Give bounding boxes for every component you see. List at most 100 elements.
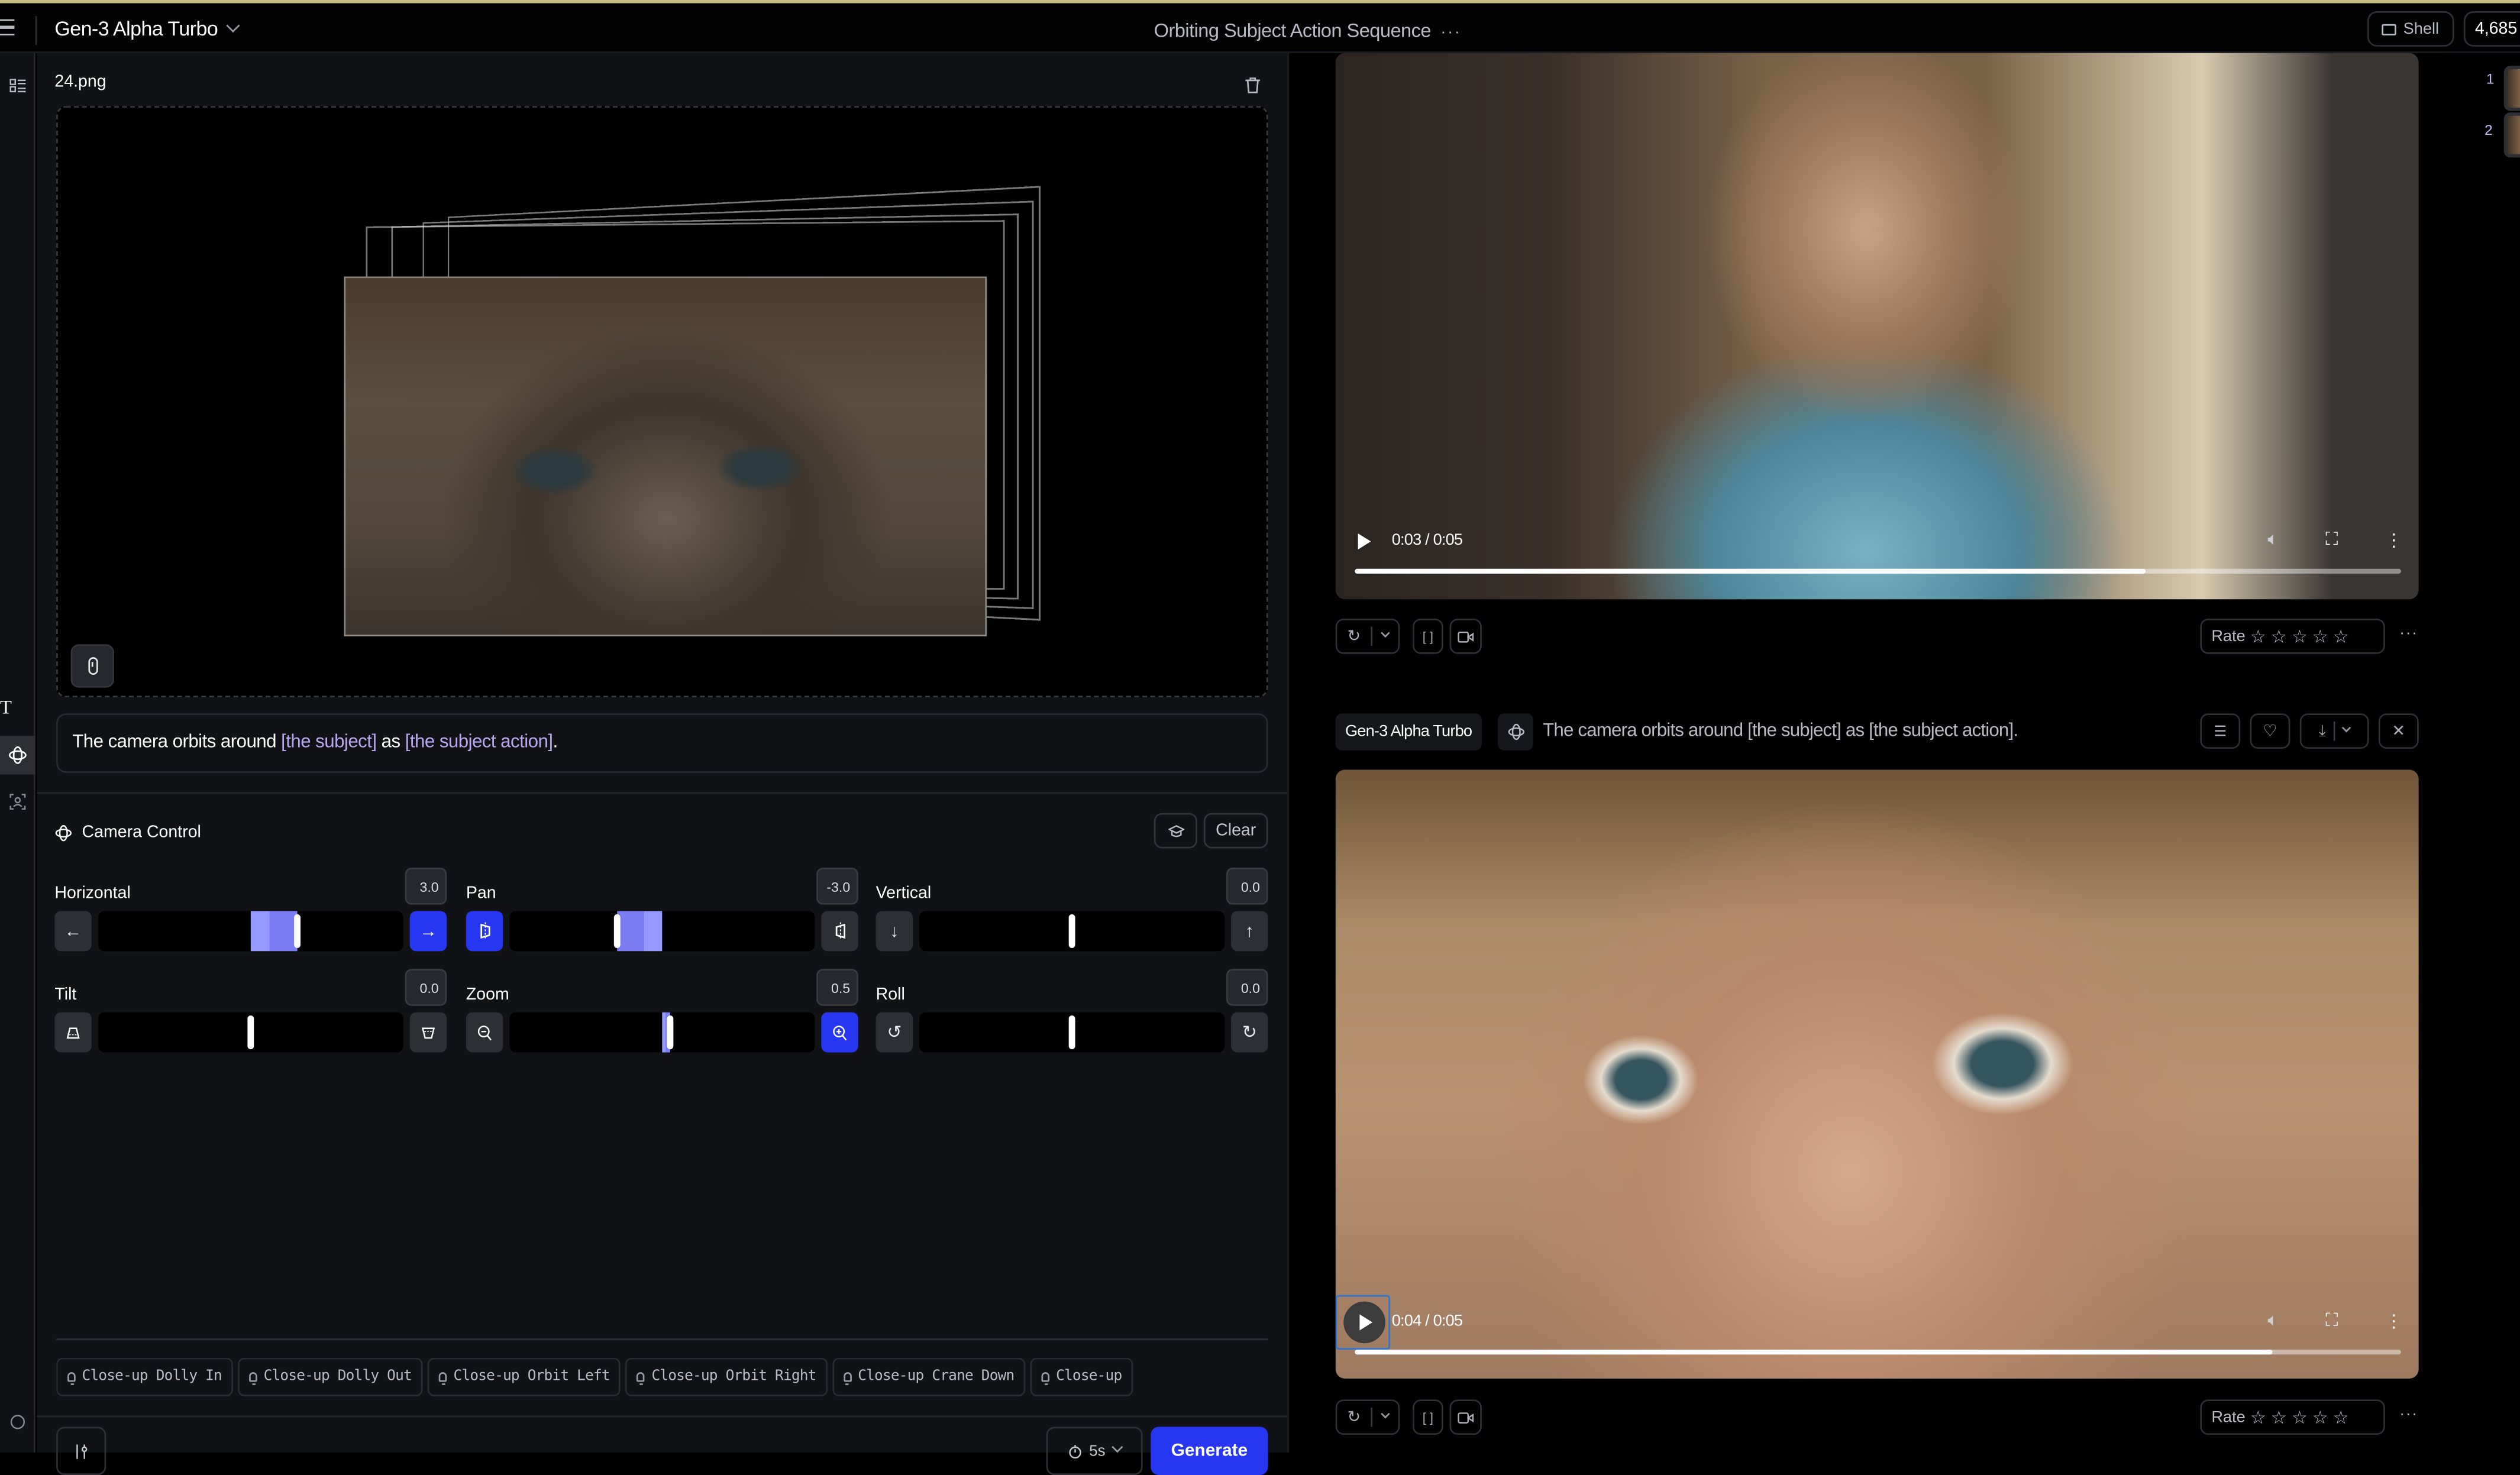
fullscreen-icon[interactable]: ⛶ bbox=[2325, 1311, 2338, 1332]
video-more-icon[interactable]: ⋮ bbox=[2385, 531, 2403, 551]
zoom-slider[interactable] bbox=[509, 1012, 815, 1053]
assets-list-icon[interactable] bbox=[0, 69, 35, 101]
preset-chip[interactable]: Close-up Crane Down bbox=[832, 1357, 1026, 1396]
input-image-dropzone[interactable] bbox=[56, 106, 1268, 698]
tilt-down-button[interactable] bbox=[409, 1012, 447, 1053]
volume-icon[interactable]: 🔈︎ bbox=[2267, 531, 2278, 551]
star-icon[interactable]: ☆ bbox=[2312, 626, 2328, 647]
output-video-2[interactable]: 0:04 / 0:05 🔈︎ ⛶ ⋮ bbox=[1335, 769, 2419, 1379]
roll-right-button[interactable]: ↻ bbox=[1231, 1012, 1268, 1053]
mouse-controls-button[interactable] bbox=[70, 644, 114, 688]
slider-thumb[interactable] bbox=[613, 914, 620, 948]
video-progress-bar[interactable] bbox=[1355, 568, 2401, 574]
vertical-slider[interactable] bbox=[919, 911, 1225, 952]
rating-control[interactable]: Rate ☆ ☆ ☆ ☆ ☆ bbox=[2200, 618, 2385, 654]
extend-button[interactable]: [ ] bbox=[1413, 618, 1443, 654]
pan-left-button[interactable] bbox=[466, 911, 503, 952]
control-value-input[interactable]: 0.0 bbox=[405, 969, 447, 1006]
fullscreen-icon[interactable]: ⛶ bbox=[2325, 531, 2338, 551]
extend-button[interactable]: [ ] bbox=[1413, 1399, 1443, 1435]
delete-icon[interactable] bbox=[1245, 72, 1260, 93]
more-options-icon[interactable]: ··· bbox=[1440, 24, 1461, 42]
vertical-up-button[interactable]: ↑ bbox=[1231, 911, 1268, 952]
star-icon[interactable]: ☆ bbox=[2312, 1407, 2328, 1428]
pan-right-button[interactable] bbox=[821, 911, 858, 952]
face-scan-icon[interactable] bbox=[0, 786, 35, 818]
slider-thumb[interactable] bbox=[1068, 914, 1075, 948]
prompt-placeholder-action[interactable]: [the subject action] bbox=[405, 733, 553, 752]
zoom-out-button[interactable] bbox=[466, 1012, 503, 1053]
control-value-input[interactable]: 3.0 bbox=[405, 868, 447, 905]
horizontal-slider[interactable] bbox=[98, 911, 403, 952]
settings-button[interactable] bbox=[56, 1427, 106, 1475]
video-progress-bar[interactable] bbox=[1355, 1350, 2401, 1355]
download-button[interactable]: ⤓ bbox=[2299, 713, 2369, 749]
control-value-input[interactable]: -3.0 bbox=[816, 868, 858, 905]
roll-slider[interactable] bbox=[919, 1012, 1225, 1053]
preset-chip[interactable]: Close-up bbox=[1030, 1357, 1133, 1396]
more-options-icon[interactable]: ··· bbox=[2399, 1406, 2418, 1424]
zoom-in-button[interactable] bbox=[821, 1012, 858, 1053]
star-icon[interactable]: ☆ bbox=[2333, 1407, 2349, 1428]
close-button[interactable]: ✕ bbox=[2378, 713, 2419, 749]
regenerate-button[interactable]: ↻ bbox=[1335, 1399, 1400, 1435]
video-to-video-button[interactable] bbox=[1449, 618, 1482, 654]
generate-button[interactable]: Generate bbox=[1151, 1427, 1268, 1475]
horizontal-left-button[interactable]: ← bbox=[54, 911, 92, 952]
control-value-input[interactable]: 0.5 bbox=[816, 969, 858, 1006]
details-button[interactable]: ☰ bbox=[2200, 713, 2241, 749]
credits-badge[interactable]: 4,685 bbox=[2463, 11, 2520, 47]
output-prompt[interactable]: The camera orbits around [the subject] a… bbox=[1543, 722, 2018, 741]
text-tool-icon[interactable]: T bbox=[0, 691, 35, 723]
hamburger-menu-icon[interactable] bbox=[0, 19, 16, 39]
clear-button[interactable]: Clear bbox=[1203, 813, 1268, 849]
duration-select[interactable]: 5s bbox=[1046, 1427, 1143, 1475]
slider-thumb[interactable] bbox=[247, 1015, 254, 1050]
output-thumbnail[interactable] bbox=[2503, 112, 2520, 158]
project-title[interactable]: Orbiting Subject Action Sequence ··· bbox=[1154, 20, 1462, 42]
preset-chip[interactable]: Close-up Dolly Out bbox=[238, 1357, 423, 1396]
volume-icon[interactable]: 🔈︎ bbox=[2267, 1311, 2278, 1332]
star-icon[interactable]: ☆ bbox=[2250, 626, 2266, 647]
slider-thumb[interactable] bbox=[293, 914, 300, 948]
preset-chip[interactable]: Close-up Orbit Left bbox=[428, 1357, 621, 1396]
slider-thumb[interactable] bbox=[1068, 1015, 1075, 1050]
shell-folder-button[interactable]: Shell bbox=[2367, 11, 2454, 47]
output-thumbnail[interactable] bbox=[2503, 66, 2520, 111]
favorite-button[interactable]: ♡ bbox=[2250, 713, 2290, 749]
tilt-up-button[interactable] bbox=[54, 1012, 92, 1053]
star-icon[interactable]: ☆ bbox=[2271, 1407, 2287, 1428]
model-selector[interactable]: Gen-3 Alpha Turbo bbox=[54, 18, 240, 40]
panel-resize-handle[interactable] bbox=[1287, 53, 1289, 1453]
prompt-placeholder-subject[interactable]: [the subject] bbox=[281, 733, 377, 752]
play-button[interactable] bbox=[1343, 1301, 1385, 1344]
vertical-down-button[interactable]: ↓ bbox=[875, 911, 913, 952]
slider-thumb[interactable] bbox=[666, 1015, 673, 1050]
star-icon[interactable]: ☆ bbox=[2271, 626, 2287, 647]
tutorial-button[interactable] bbox=[1154, 813, 1198, 849]
preset-chip[interactable]: Close-up Dolly In bbox=[56, 1357, 233, 1396]
star-icon[interactable]: ☆ bbox=[2292, 626, 2308, 647]
preset-chip[interactable]: Close-up Orbit Right bbox=[625, 1357, 828, 1396]
video-time: 0:04 / 0:05 bbox=[1391, 1312, 1463, 1331]
control-value-input[interactable]: 0.0 bbox=[1226, 969, 1268, 1006]
roll-left-button[interactable]: ↺ bbox=[875, 1012, 913, 1053]
star-icon[interactable]: ☆ bbox=[2250, 1407, 2266, 1428]
camera-control-tool-icon[interactable] bbox=[0, 736, 35, 775]
lightbulb-icon bbox=[439, 1372, 447, 1386]
output-video-1[interactable]: 0:03 / 0:05 🔈︎ ⛶ ⋮ bbox=[1335, 53, 2419, 600]
rating-control[interactable]: Rate ☆ ☆ ☆ ☆ ☆ bbox=[2200, 1399, 2385, 1435]
star-icon[interactable]: ☆ bbox=[2292, 1407, 2308, 1428]
tilt-slider[interactable] bbox=[98, 1012, 403, 1053]
play-button[interactable] bbox=[1358, 533, 1374, 550]
pan-slider[interactable] bbox=[509, 911, 815, 952]
regenerate-button[interactable]: ↻ bbox=[1335, 618, 1400, 654]
more-options-icon[interactable]: ··· bbox=[2399, 625, 2418, 643]
video-to-video-button[interactable] bbox=[1449, 1399, 1482, 1435]
video-more-icon[interactable]: ⋮ bbox=[2385, 1311, 2403, 1332]
history-icon[interactable] bbox=[0, 1406, 35, 1438]
star-icon[interactable]: ☆ bbox=[2333, 626, 2349, 647]
prompt-input[interactable]: The camera orbits around [the subject] a… bbox=[56, 713, 1268, 773]
horizontal-right-button[interactable]: → bbox=[409, 911, 447, 952]
control-value-input[interactable]: 0.0 bbox=[1226, 868, 1268, 905]
